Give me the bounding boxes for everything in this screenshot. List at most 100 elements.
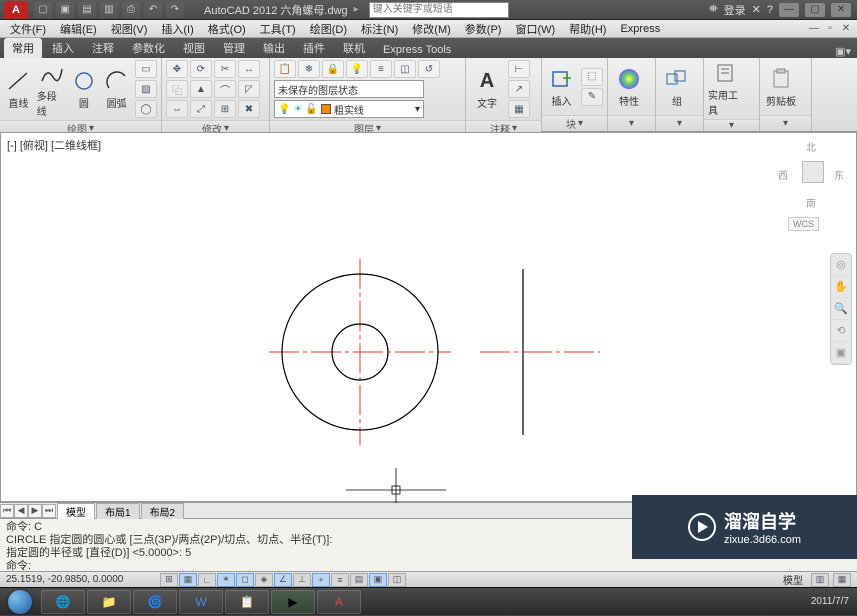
drawing-viewport[interactable]: [-] [俯视] [二维线框] 北 西 东 南 WCS ◎ ✋ 🔍 ⟲ ▣ <box>0 132 857 502</box>
qat-print-icon[interactable]: ⎙ <box>122 2 140 18</box>
minimize-button[interactable]: — <box>779 3 799 17</box>
chamfer-icon[interactable]: ◸ <box>238 80 260 98</box>
qat-new-icon[interactable]: ▢ <box>34 2 52 18</box>
grid-icon[interactable]: ▦ <box>179 573 197 587</box>
ducs-icon[interactable]: ⊥ <box>293 573 311 587</box>
infocomm-icon[interactable]: ⛯ <box>709 3 718 16</box>
3dosnap-icon[interactable]: ◈ <box>255 573 273 587</box>
tpy-icon[interactable]: ▤ <box>350 573 368 587</box>
insert-block-button[interactable]: 插入 <box>546 66 577 108</box>
help-icon[interactable]: ? <box>767 4 773 16</box>
tab-prev-icon[interactable]: ◀ <box>14 504 28 518</box>
login-label[interactable]: 登录 <box>724 2 746 18</box>
layer-prev-icon[interactable]: ↺ <box>418 60 440 78</box>
ellipse-icon[interactable]: ◯ <box>135 100 157 118</box>
quickview-drawings-icon[interactable]: ▦ <box>833 573 851 587</box>
qat-redo-icon[interactable]: ↷ <box>166 2 184 18</box>
layer-match-icon[interactable]: ≡ <box>370 60 392 78</box>
menu-window[interactable]: 窗口(W) <box>509 21 561 37</box>
osnap-icon[interactable]: ◻ <box>236 573 254 587</box>
layer-props-icon[interactable]: 📋 <box>274 60 296 78</box>
tab-annotate[interactable]: 注释 <box>84 38 122 58</box>
properties-button[interactable]: 特性 <box>612 66 646 108</box>
array-icon[interactable]: ⊞ <box>214 100 236 118</box>
layer-off-icon[interactable]: 💡 <box>346 60 368 78</box>
tab-first-icon[interactable]: ⏮ <box>0 504 14 518</box>
qat-open-icon[interactable]: ▣ <box>56 2 74 18</box>
tab-express[interactable]: Express Tools <box>375 42 459 58</box>
qp-icon[interactable]: ▣ <box>369 573 387 587</box>
nav-showmotion-icon[interactable]: ▣ <box>831 342 851 364</box>
nav-zoom-icon[interactable]: 🔍 <box>831 298 851 320</box>
title-dropdown-icon[interactable]: ▸ <box>354 4 359 15</box>
layer-current-combo[interactable]: 💡☀🔓 粗实线 ▾ <box>274 100 424 118</box>
copy-icon[interactable]: ⿻ <box>166 80 188 98</box>
snap-icon[interactable]: ⊞ <box>160 573 178 587</box>
taskbar-explorer-icon[interactable]: 📁 <box>87 590 131 614</box>
layer-iso-icon[interactable]: ◫ <box>394 60 416 78</box>
taskbar-app3-icon[interactable]: ▶ <box>271 590 315 614</box>
menu-modify[interactable]: 修改(M) <box>406 21 457 37</box>
taskbar-clock[interactable]: 2011/7/7 <box>811 596 857 607</box>
circle-button[interactable]: 圆 <box>70 68 99 110</box>
tab-view[interactable]: 视图 <box>175 38 213 58</box>
app-icon[interactable]: A <box>4 1 28 19</box>
table-icon[interactable]: ▦ <box>508 100 530 118</box>
rectangle-icon[interactable]: ▭ <box>135 60 157 78</box>
qat-saveas-icon[interactable]: ▥ <box>100 2 118 18</box>
panel-block-title[interactable]: 块▾ <box>542 115 607 131</box>
modelspace-toggle[interactable]: 模型 <box>779 572 807 587</box>
ortho-icon[interactable]: ∟ <box>198 573 216 587</box>
doc-restore-icon[interactable]: ▫ <box>823 23 837 35</box>
otrack-icon[interactable]: ∠ <box>274 573 292 587</box>
mirror-icon[interactable]: ▲ <box>190 80 212 98</box>
menu-help[interactable]: 帮助(H) <box>563 21 612 37</box>
viewcube[interactable]: 北 西 东 南 WCS <box>778 137 848 237</box>
doc-close-icon[interactable]: ✕ <box>839 23 853 35</box>
tab-parametric[interactable]: 参数化 <box>124 38 173 58</box>
menu-edit[interactable]: 编辑(E) <box>54 21 103 37</box>
text-button[interactable]: A 文字 <box>470 68 504 110</box>
wcs-badge[interactable]: WCS <box>788 217 819 231</box>
edit-block-icon[interactable]: ✎ <box>581 88 603 106</box>
layer-state-combo[interactable]: 未保存的图层状态 <box>274 80 424 98</box>
quickview-layouts-icon[interactable]: ▥ <box>811 573 829 587</box>
tab-plugins[interactable]: 插件 <box>295 38 333 58</box>
erase-icon[interactable]: ✖ <box>238 100 260 118</box>
taskbar-app2-icon[interactable]: 📋 <box>225 590 269 614</box>
maximize-button[interactable]: ▢ <box>805 3 825 17</box>
stretch-icon[interactable]: ⇔ <box>166 100 188 118</box>
arc-button[interactable]: 圆弧 <box>102 68 131 110</box>
menu-parametric[interactable]: 参数(P) <box>459 21 508 37</box>
line-button[interactable]: 直线 <box>4 68 33 110</box>
close-button[interactable]: ✕ <box>831 3 851 17</box>
exchange-icon[interactable]: ✕ <box>752 3 761 16</box>
rotate-icon[interactable]: ⟳ <box>190 60 212 78</box>
dyn-icon[interactable]: + <box>312 573 330 587</box>
hatch-icon[interactable]: ▨ <box>135 80 157 98</box>
lwt-icon[interactable]: ≡ <box>331 573 349 587</box>
layer-freeze-icon[interactable]: ❄ <box>298 60 320 78</box>
tab-online[interactable]: 联机 <box>335 38 373 58</box>
doc-minimize-icon[interactable]: — <box>807 23 821 35</box>
menu-draw[interactable]: 绘图(D) <box>304 21 353 37</box>
polar-icon[interactable]: ✶ <box>217 573 235 587</box>
tab-last-icon[interactable]: ⏭ <box>42 504 56 518</box>
menu-insert[interactable]: 插入(I) <box>155 21 199 37</box>
scale-icon[interactable]: ⤢ <box>190 100 212 118</box>
sc-icon[interactable]: ◫ <box>388 573 406 587</box>
polyline-button[interactable]: 多段线 <box>37 61 66 118</box>
group-button[interactable]: 组 <box>660 66 694 108</box>
tab-manage[interactable]: 管理 <box>215 38 253 58</box>
coords-display[interactable]: 25.1519, -20.9850, 0.0000 <box>0 574 160 585</box>
clipboard-button[interactable]: 剪贴板 <box>764 66 798 108</box>
taskbar-app1-icon[interactable]: 🌀 <box>133 590 177 614</box>
tab-model[interactable]: 模型 <box>57 503 95 519</box>
tab-insert[interactable]: 插入 <box>44 38 82 58</box>
menu-express[interactable]: Express <box>614 23 666 35</box>
start-button[interactable] <box>0 588 40 616</box>
tab-next-icon[interactable]: ▶ <box>28 504 42 518</box>
nav-orbit-icon[interactable]: ⟲ <box>831 320 851 342</box>
utilities-button[interactable]: 实用工具 <box>708 60 742 117</box>
menu-tools[interactable]: 工具(T) <box>254 21 302 37</box>
